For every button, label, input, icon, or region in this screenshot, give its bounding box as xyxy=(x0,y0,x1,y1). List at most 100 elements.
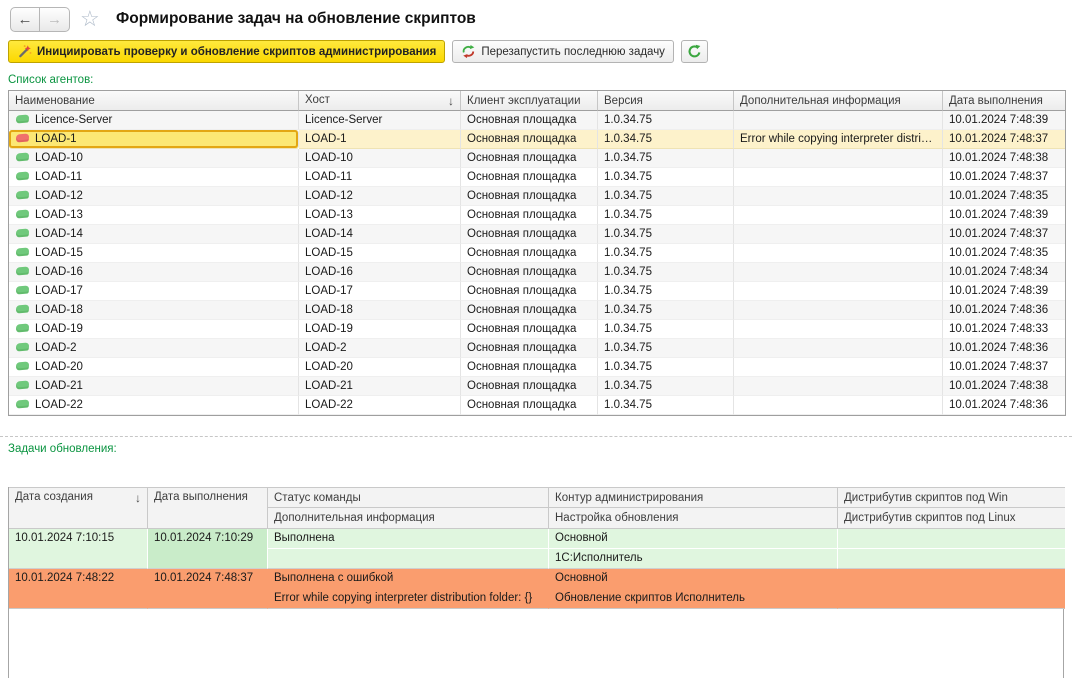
agent-host-cell: LOAD-10 xyxy=(299,149,461,168)
task-row[interactable]: 10.01.2024 7:10:15 10.01.2024 7:10:29 Вы… xyxy=(9,529,1065,569)
agent-status-icon xyxy=(15,342,30,353)
agent-name-cell: LOAD-13 xyxy=(9,206,299,225)
tasks-col-win[interactable]: Дистрибутив скриптов под Win xyxy=(838,487,1065,508)
restart-last-task-button[interactable]: Перезапустить последнюю задачу xyxy=(452,40,674,63)
agent-version-cell: 1.0.34.75 xyxy=(598,396,734,415)
forward-arrow-icon: → xyxy=(47,11,62,28)
agent-name-cell: LOAD-16 xyxy=(9,263,299,282)
agent-client-cell: Основная площадка xyxy=(461,244,598,263)
agent-version-cell: 1.0.34.75 xyxy=(598,149,734,168)
nav-forward-button[interactable]: → xyxy=(40,7,70,32)
agent-version-cell: 1.0.34.75 xyxy=(598,225,734,244)
tasks-col-info[interactable]: Дополнительная информация xyxy=(268,508,549,529)
tasks-col-setting[interactable]: Настройка обновления xyxy=(549,508,838,529)
tasks-col-status[interactable]: Статус команды xyxy=(268,487,549,508)
tasks-col-linux[interactable]: Дистрибутив скриптов под Linux xyxy=(838,508,1065,529)
task-executed-cell: 10.01.2024 7:48:37 xyxy=(148,569,268,609)
agent-row[interactable]: LOAD-15 LOAD-15 Основная площадка 1.0.34.75… xyxy=(9,244,1065,263)
agent-row[interactable]: LOAD-2 LOAD-2 Основная площадка 1.0.34.75 10… xyxy=(9,339,1065,358)
agent-info-cell xyxy=(734,282,943,301)
agent-host-cell: LOAD-21 xyxy=(299,377,461,396)
back-arrow-icon: ← xyxy=(17,11,33,28)
nav-buttons: ← → xyxy=(10,7,70,32)
agent-name-cell: LOAD-1 xyxy=(9,130,299,149)
agent-row[interactable]: LOAD-13 LOAD-13 Основная площадка 1.0.34.75… xyxy=(9,206,1065,225)
agent-row[interactable]: LOAD-14 LOAD-14 Основная площадка 1.0.34.75… xyxy=(9,225,1065,244)
agent-date-cell: 10.01.2024 7:48:35 xyxy=(943,244,1065,263)
refresh-button[interactable] xyxy=(680,40,708,63)
agents-col-client[interactable]: Клиент эксплуатации xyxy=(461,91,598,111)
agent-host-cell: LOAD-13 xyxy=(299,206,461,225)
agent-client-cell: Основная площадка xyxy=(461,263,598,282)
agent-row[interactable]: LOAD-20 LOAD-20 Основная площадка 1.0.34.75… xyxy=(9,358,1065,377)
agent-name: LOAD-12 xyxy=(35,190,83,202)
agent-row[interactable]: LOAD-18 LOAD-18 Основная площадка 1.0.34.75… xyxy=(9,301,1065,320)
agent-name-cell: LOAD-14 xyxy=(9,225,299,244)
agents-col-name[interactable]: Наименование xyxy=(9,91,299,111)
agent-host-cell: LOAD-11 xyxy=(299,168,461,187)
restart-arrows-icon xyxy=(462,44,475,59)
agent-row[interactable]: Licence-Server Licence-Server Основная пло… xyxy=(9,111,1065,130)
agents-col-version[interactable]: Версия xyxy=(598,91,734,111)
agent-row[interactable]: LOAD-11 LOAD-11 Основная площадка 1.0.34.75… xyxy=(9,168,1065,187)
agent-client-cell: Основная площадка xyxy=(461,149,598,168)
agent-host-cell: LOAD-22 xyxy=(299,396,461,415)
agent-row[interactable]: LOAD-21 LOAD-21 Основная площадка 1.0.34.75… xyxy=(9,377,1065,396)
agent-info-cell xyxy=(734,263,943,282)
agent-info-cell xyxy=(734,187,943,206)
agent-info-cell xyxy=(734,244,943,263)
agents-col-host[interactable]: Хост ↓ xyxy=(299,91,461,111)
agent-host-cell: LOAD-2 xyxy=(299,339,461,358)
agent-version-cell: 1.0.34.75 xyxy=(598,244,734,263)
agent-name: LOAD-20 xyxy=(35,361,83,373)
agent-row[interactable]: LOAD-10 LOAD-10 Основная площадка 1.0.34.75… xyxy=(9,149,1065,168)
agent-date-cell: 10.01.2024 7:48:39 xyxy=(943,282,1065,301)
task-info-cell xyxy=(268,549,549,569)
agent-version-cell: 1.0.34.75 xyxy=(598,339,734,358)
agent-name-cell: LOAD-10 xyxy=(9,149,299,168)
favorite-star-icon[interactable]: ☆ xyxy=(80,6,100,32)
agent-status-icon xyxy=(15,285,30,296)
agent-row[interactable]: LOAD-16 LOAD-16 Основная площадка 1.0.34.75… xyxy=(9,263,1065,282)
agent-version-cell: 1.0.34.75 xyxy=(598,111,734,130)
agent-row[interactable]: LOAD-22 LOAD-22 Основная площадка 1.0.34.75… xyxy=(9,396,1065,415)
agent-row[interactable]: LOAD-17 LOAD-17 Основная площадка 1.0.34.75… xyxy=(9,282,1065,301)
agent-status-icon xyxy=(15,380,30,391)
nav-back-button[interactable]: ← xyxy=(10,7,40,32)
task-status-cell: Выполнена xyxy=(268,529,549,549)
agents-col-info[interactable]: Дополнительная информация xyxy=(734,91,943,111)
agents-table-body: Licence-Server Licence-Server Основная пло… xyxy=(9,111,1065,415)
agent-info-cell xyxy=(734,339,943,358)
restart-label: Перезапустить последнюю задачу xyxy=(481,45,665,58)
tasks-col-executed[interactable]: Дата выполнения xyxy=(148,487,268,529)
agent-info-cell xyxy=(734,320,943,339)
agent-client-cell: Основная площадка xyxy=(461,282,598,301)
agent-status-icon xyxy=(15,247,30,258)
agent-row[interactable]: LOAD-19 LOAD-19 Основная площадка 1.0.34.75… xyxy=(9,320,1065,339)
agent-version-cell: 1.0.34.75 xyxy=(598,358,734,377)
agent-version-cell: 1.0.34.75 xyxy=(598,168,734,187)
tasks-col-created[interactable]: Дата создания ↓ xyxy=(9,487,148,529)
agents-col-date[interactable]: Дата выполнения xyxy=(943,91,1065,111)
agent-client-cell: Основная площадка xyxy=(461,225,598,244)
agent-info-cell xyxy=(734,168,943,187)
agent-status-icon xyxy=(15,228,30,239)
task-row[interactable]: 10.01.2024 7:48:22 10.01.2024 7:48:37 Вы… xyxy=(9,569,1065,609)
splitter-handle[interactable] xyxy=(0,436,1072,442)
agent-date-cell: 10.01.2024 7:48:35 xyxy=(943,187,1065,206)
agent-status-icon xyxy=(15,304,30,315)
init-update-button[interactable]: Инициировать проверку и обновление скрип… xyxy=(8,40,446,63)
agent-row[interactable]: LOAD-1 LOAD-1 Основная площадка 1.0.34.75 Er… xyxy=(9,130,1065,149)
agent-status-icon xyxy=(15,133,30,144)
agent-info-cell xyxy=(734,377,943,396)
sort-desc-icon: ↓ xyxy=(448,93,454,108)
toolbar: Инициировать проверку и обновление скрип… xyxy=(8,40,708,63)
task-info-cell: Error while copying interpreter distribu… xyxy=(268,589,549,609)
agent-host-cell: LOAD-20 xyxy=(299,358,461,377)
agent-row[interactable]: LOAD-12 LOAD-12 Основная площадка 1.0.34.75… xyxy=(9,187,1065,206)
agent-client-cell: Основная площадка xyxy=(461,320,598,339)
tasks-col-contour[interactable]: Контур администрирования xyxy=(549,487,838,508)
agent-name-cell: LOAD-12 xyxy=(9,187,299,206)
task-win-cell xyxy=(838,569,1065,589)
task-created-cell: 10.01.2024 7:10:15 xyxy=(9,529,148,569)
